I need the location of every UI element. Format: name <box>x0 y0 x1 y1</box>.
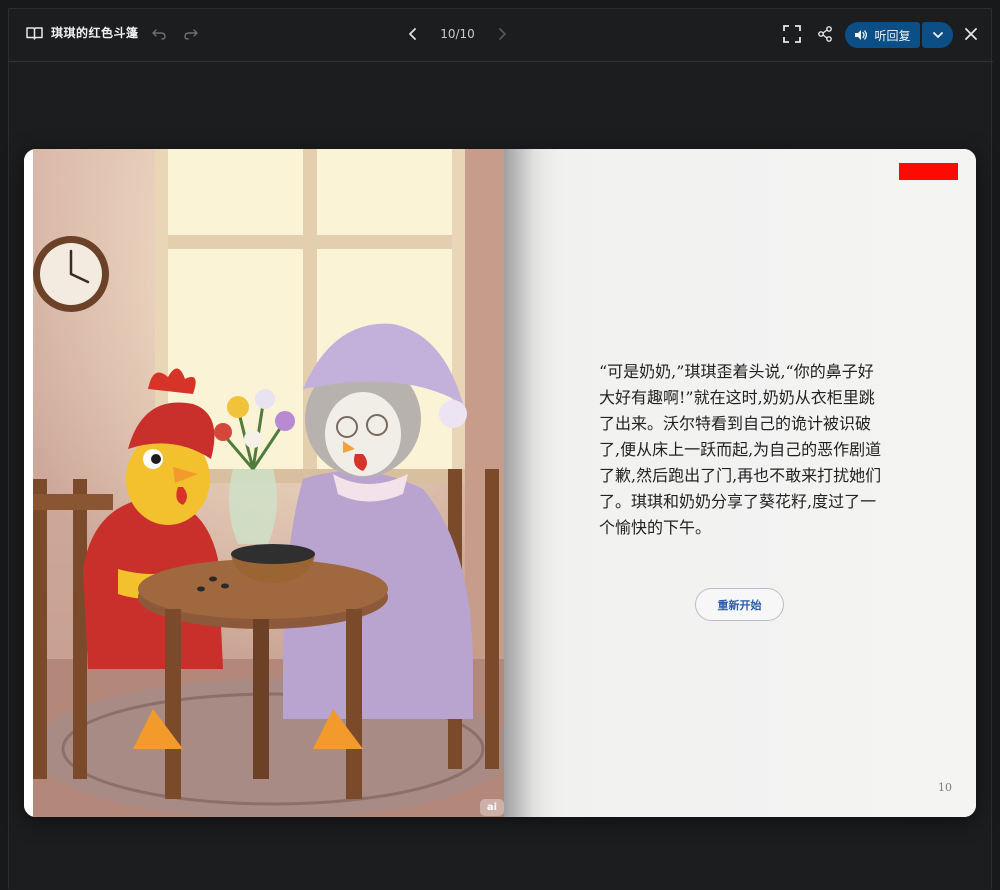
chevron-left-icon <box>409 28 416 40</box>
book-gutter-shadow <box>504 149 564 817</box>
next-page-button[interactable] <box>490 22 514 46</box>
undo-icon <box>152 29 166 40</box>
right-page: “可是奶奶,”琪琪歪着头说,“你的鼻子好大好有趣啊!”就在这时,奶奶从衣柜里跳了… <box>504 149 976 817</box>
page-navigator: 10/10 <box>401 22 514 46</box>
fullscreen-icon <box>783 25 801 43</box>
left-page: ai <box>24 149 504 817</box>
undo-button[interactable] <box>150 25 168 43</box>
listen-options-button[interactable] <box>922 22 953 48</box>
restart-button[interactable]: 重新开始 <box>695 588 784 621</box>
red-marker <box>899 163 958 180</box>
fullscreen-button[interactable] <box>781 23 803 45</box>
speaker-icon <box>855 30 868 40</box>
top-toolbar: 琪琪的红色斗篷 10/10 听回复 <box>9 9 993 62</box>
ai-badge: ai <box>480 799 504 816</box>
chevron-down-icon <box>932 31 943 38</box>
page-indicator: 10/10 <box>440 27 475 41</box>
storybook-spread: ai “可是奶奶,”琪琪歪着头说,“你的鼻子好大好有趣啊!”就在这时,奶奶从衣柜… <box>24 149 976 817</box>
page-number: 10 <box>938 781 952 794</box>
redo-button[interactable] <box>182 25 200 43</box>
share-icon <box>818 26 832 42</box>
reader-window: 琪琪的红色斗篷 10/10 听回复 ai “可是奶奶,”琪琪歪着头说,“你的鼻子… <box>8 8 993 890</box>
book-title: 琪琪的红色斗篷 <box>51 26 139 40</box>
listen-label: 听回复 <box>874 28 911 43</box>
story-text: “可是奶奶,”琪琪歪着头说,“你的鼻子好大好有趣啊!”就在这时,奶奶从衣柜里跳了… <box>599 362 882 537</box>
share-button[interactable] <box>814 23 836 45</box>
prev-page-button[interactable] <box>401 22 425 46</box>
redo-icon <box>184 29 198 40</box>
book-icon <box>26 26 43 40</box>
chevron-right-icon <box>499 28 506 40</box>
listen-button[interactable]: 听回复 <box>845 22 920 48</box>
close-icon <box>965 28 977 40</box>
book-title-area: 琪琪的红色斗篷 <box>26 24 139 41</box>
story-illustration: ai <box>33 149 504 817</box>
close-button[interactable] <box>961 24 981 44</box>
